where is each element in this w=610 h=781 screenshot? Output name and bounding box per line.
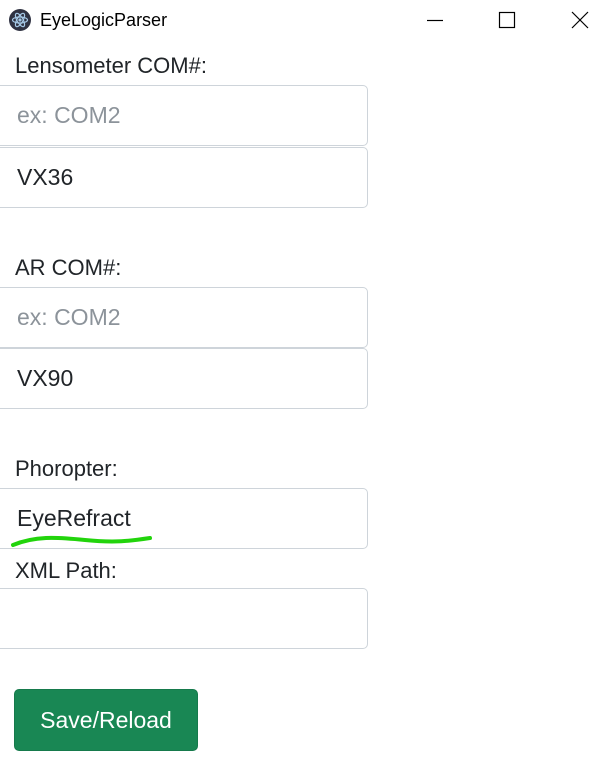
- save-reload-button[interactable]: Save/Reload: [14, 689, 198, 751]
- xml-path-input[interactable]: [0, 588, 368, 649]
- close-button[interactable]: [545, 0, 610, 40]
- close-icon: [571, 11, 589, 29]
- ar-com-label: AR COM#:: [15, 255, 122, 280]
- xml-path-label: XML Path:: [15, 558, 117, 583]
- maximize-icon: [498, 11, 516, 29]
- minimize-icon: [427, 19, 443, 22]
- minimize-button[interactable]: [400, 0, 470, 40]
- lensometer-com-input[interactable]: [0, 85, 368, 146]
- phoropter-input[interactable]: [0, 488, 368, 549]
- lensometer-model-input[interactable]: [0, 147, 368, 208]
- ar-com-input[interactable]: [0, 287, 368, 348]
- phoropter-label: Phoropter:: [15, 456, 118, 481]
- ar-model-input[interactable]: [0, 348, 368, 409]
- app-window: EyeLogicParser Lensometer COM#: AR COM#:: [0, 0, 610, 781]
- settings-form: Lensometer COM#: AR COM#: Phoropter: XML…: [0, 40, 610, 781]
- window-title: EyeLogicParser: [40, 10, 168, 30]
- lensometer-com-label: Lensometer COM#:: [15, 53, 207, 78]
- maximize-button[interactable]: [472, 0, 542, 40]
- app-logo-icon: [9, 9, 31, 31]
- title-bar[interactable]: EyeLogicParser: [0, 0, 610, 40]
